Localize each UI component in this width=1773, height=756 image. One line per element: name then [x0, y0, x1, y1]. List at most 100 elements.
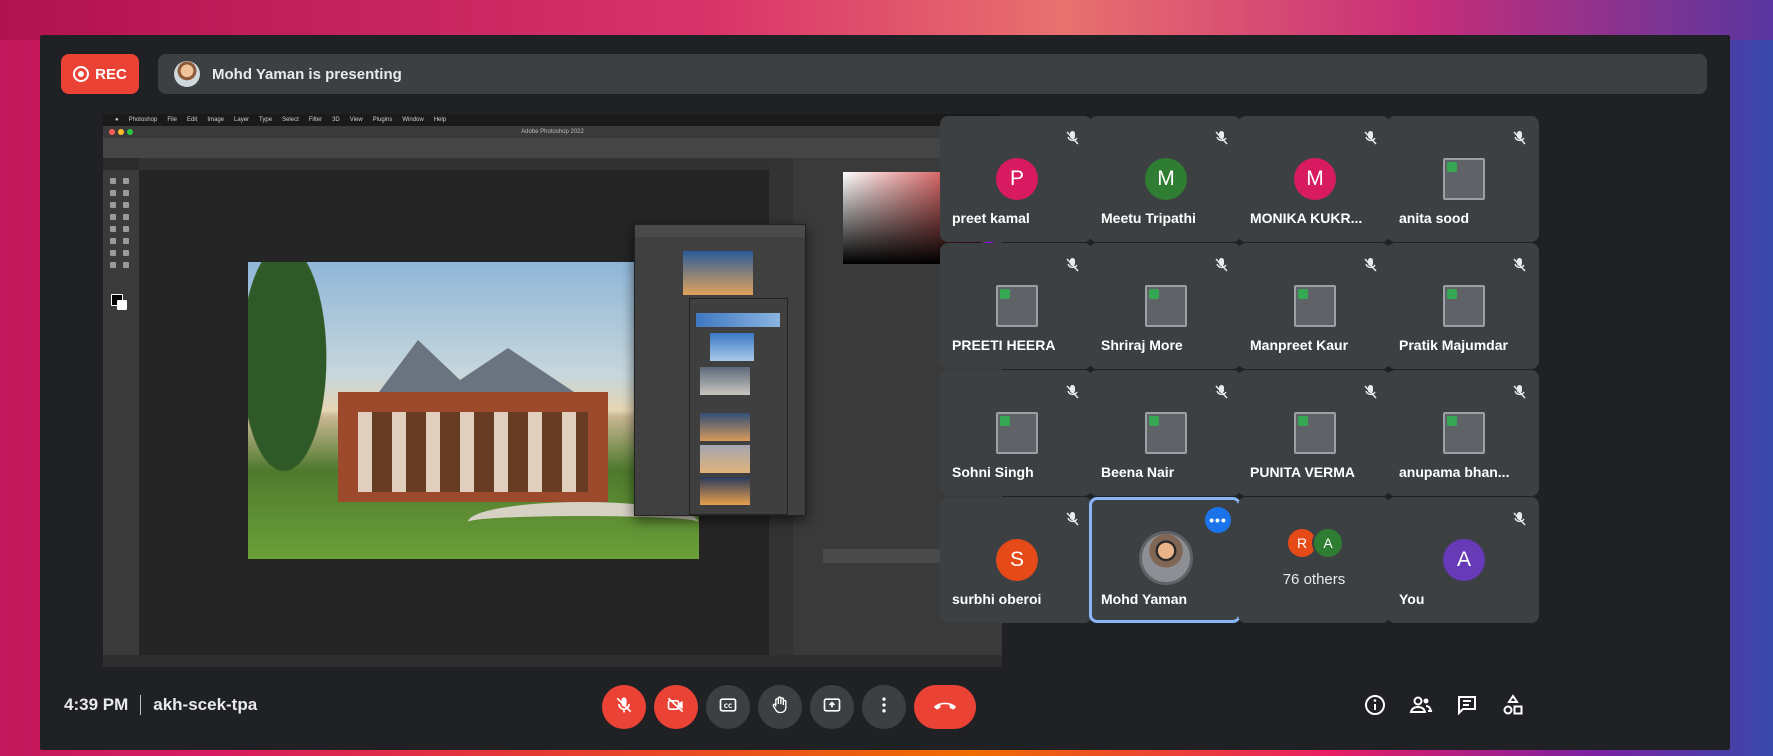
mic-off-icon	[1513, 511, 1527, 527]
others-avatars: RA	[1286, 527, 1344, 559]
broken-image-icon	[996, 412, 1038, 454]
participant-tile[interactable]: Beena Nair	[1089, 370, 1241, 496]
menu-item: View	[349, 117, 363, 123]
participant-name: Shriraj More	[1101, 337, 1183, 353]
presenting-banner: Mohd Yaman is presenting	[158, 54, 1707, 94]
avatar: S	[996, 539, 1038, 581]
avatar	[1139, 531, 1193, 585]
ps-status-bar	[103, 655, 1002, 667]
menu-item: Select	[282, 117, 299, 123]
chat-button[interactable]	[1453, 693, 1481, 721]
menu-item: Window	[402, 117, 424, 123]
apple-icon: ●	[115, 117, 119, 123]
present-now-button[interactable]	[810, 685, 854, 729]
participant-tile[interactable]: anupama bhan...	[1387, 370, 1539, 496]
shared-screen: ● Photoshop File Edit Image Layer Type S…	[103, 114, 1002, 667]
participant-tile[interactable]: Ppreet kamal	[940, 116, 1092, 242]
tool-icon	[123, 250, 129, 256]
ps-options-bar	[103, 138, 1002, 158]
participant-tile[interactable]: R A 76 others	[1238, 497, 1390, 623]
participant-tile[interactable]: PUNITA VERMA	[1238, 370, 1390, 496]
captions-icon: CC	[718, 695, 738, 720]
house-photo	[248, 262, 699, 559]
avatar: P	[996, 158, 1038, 200]
hang-up-icon	[932, 695, 958, 720]
tool-icon	[123, 178, 129, 184]
participant-name: PREETI HEERA	[952, 337, 1056, 353]
mic-off-icon	[614, 695, 634, 720]
present-icon	[822, 695, 842, 720]
tool-icon	[110, 262, 116, 268]
participant-tile[interactable]: M Meetu Tripathi	[1089, 116, 1241, 242]
people-icon	[1409, 693, 1433, 722]
tool-icon	[110, 190, 116, 196]
participant-tile[interactable]: M MONIKA KUKR...	[1238, 116, 1390, 242]
participant-tile[interactable]: Shriraj More	[1089, 243, 1241, 369]
mic-off-icon	[1215, 384, 1229, 400]
more-options-button[interactable]	[862, 685, 906, 729]
participant-tile[interactable]: A You	[1387, 497, 1539, 623]
tool-icon	[123, 226, 129, 232]
participant-tile[interactable]: Pratik Majumdar	[1387, 243, 1539, 369]
mic-toggle-button[interactable]	[602, 685, 646, 729]
captions-button[interactable]: CC	[706, 685, 750, 729]
recording-badge: REC	[61, 54, 139, 94]
avatar: M	[1294, 158, 1336, 200]
participant-tile[interactable]: Ssurbhi oberoi	[940, 497, 1092, 623]
presenting-text: Mohd Yaman is presenting	[212, 65, 402, 83]
participant-name: anita sood	[1399, 210, 1470, 226]
participant-name: Sohni Singh	[952, 464, 1034, 480]
tile-options-button[interactable]: •••	[1205, 507, 1231, 533]
activities-button[interactable]	[1499, 693, 1527, 721]
record-icon	[73, 66, 90, 82]
participant-tile[interactable]: ••• Mohd Yaman	[1089, 497, 1241, 623]
menu-item: Layer	[234, 117, 250, 123]
tool-icon	[123, 262, 129, 268]
clock-time: 4:39 PM	[64, 695, 129, 714]
sky-thumbnail	[696, 313, 780, 327]
sky-thumbnail	[710, 333, 754, 361]
activities-icon	[1501, 693, 1525, 722]
menu-item: Plugins	[372, 117, 393, 123]
tool-icon	[110, 214, 116, 220]
mic-off-icon	[1066, 384, 1080, 400]
participant-name: Mohd Yaman	[1101, 591, 1188, 607]
mic-off-icon	[1364, 130, 1378, 146]
menu-item: Help	[433, 117, 447, 123]
recording-label: REC	[95, 65, 127, 83]
leave-call-button[interactable]	[914, 685, 976, 729]
close-dot-icon	[109, 129, 115, 135]
zoom-dot-icon	[127, 129, 133, 135]
divider	[140, 695, 142, 715]
meeting-details-button[interactable]	[1361, 693, 1389, 721]
more-options-icon	[874, 695, 894, 720]
broken-image-icon	[1294, 412, 1336, 454]
mic-off-icon	[1513, 130, 1527, 146]
participant-name: MONIKA KUKR...	[1250, 210, 1363, 226]
mic-off-icon	[1215, 257, 1229, 273]
menu-item: Edit	[187, 117, 198, 123]
camera-off-icon	[666, 695, 686, 720]
people-button[interactable]	[1407, 693, 1435, 721]
mic-off-icon	[1513, 257, 1527, 273]
raise-hand-button[interactable]	[758, 685, 802, 729]
tool-icon	[110, 238, 116, 244]
sky-thumbnail	[700, 413, 750, 441]
sky-thumbnail	[700, 477, 750, 505]
camera-toggle-button[interactable]	[654, 685, 698, 729]
mic-off-icon	[1364, 257, 1378, 273]
tool-icon	[123, 214, 129, 220]
participant-tile[interactable]: Manpreet Kaur	[1238, 243, 1390, 369]
tool-icon	[110, 226, 116, 232]
ps-toolbar	[103, 170, 139, 667]
presenter-avatar	[174, 61, 200, 87]
participant-tile[interactable]: Sohni Singh	[940, 370, 1092, 496]
menu-item: Filter	[308, 117, 323, 123]
participant-tile[interactable]: PREETI HEERA	[940, 243, 1092, 369]
participant-name: You	[1399, 591, 1425, 607]
meeting-code: akh-scek-tpa	[153, 695, 258, 714]
sky-thumbnail	[700, 367, 750, 395]
participant-name: Beena Nair	[1101, 464, 1175, 480]
background-color-icon	[117, 300, 127, 310]
participant-tile[interactable]: anita sood	[1387, 116, 1539, 242]
